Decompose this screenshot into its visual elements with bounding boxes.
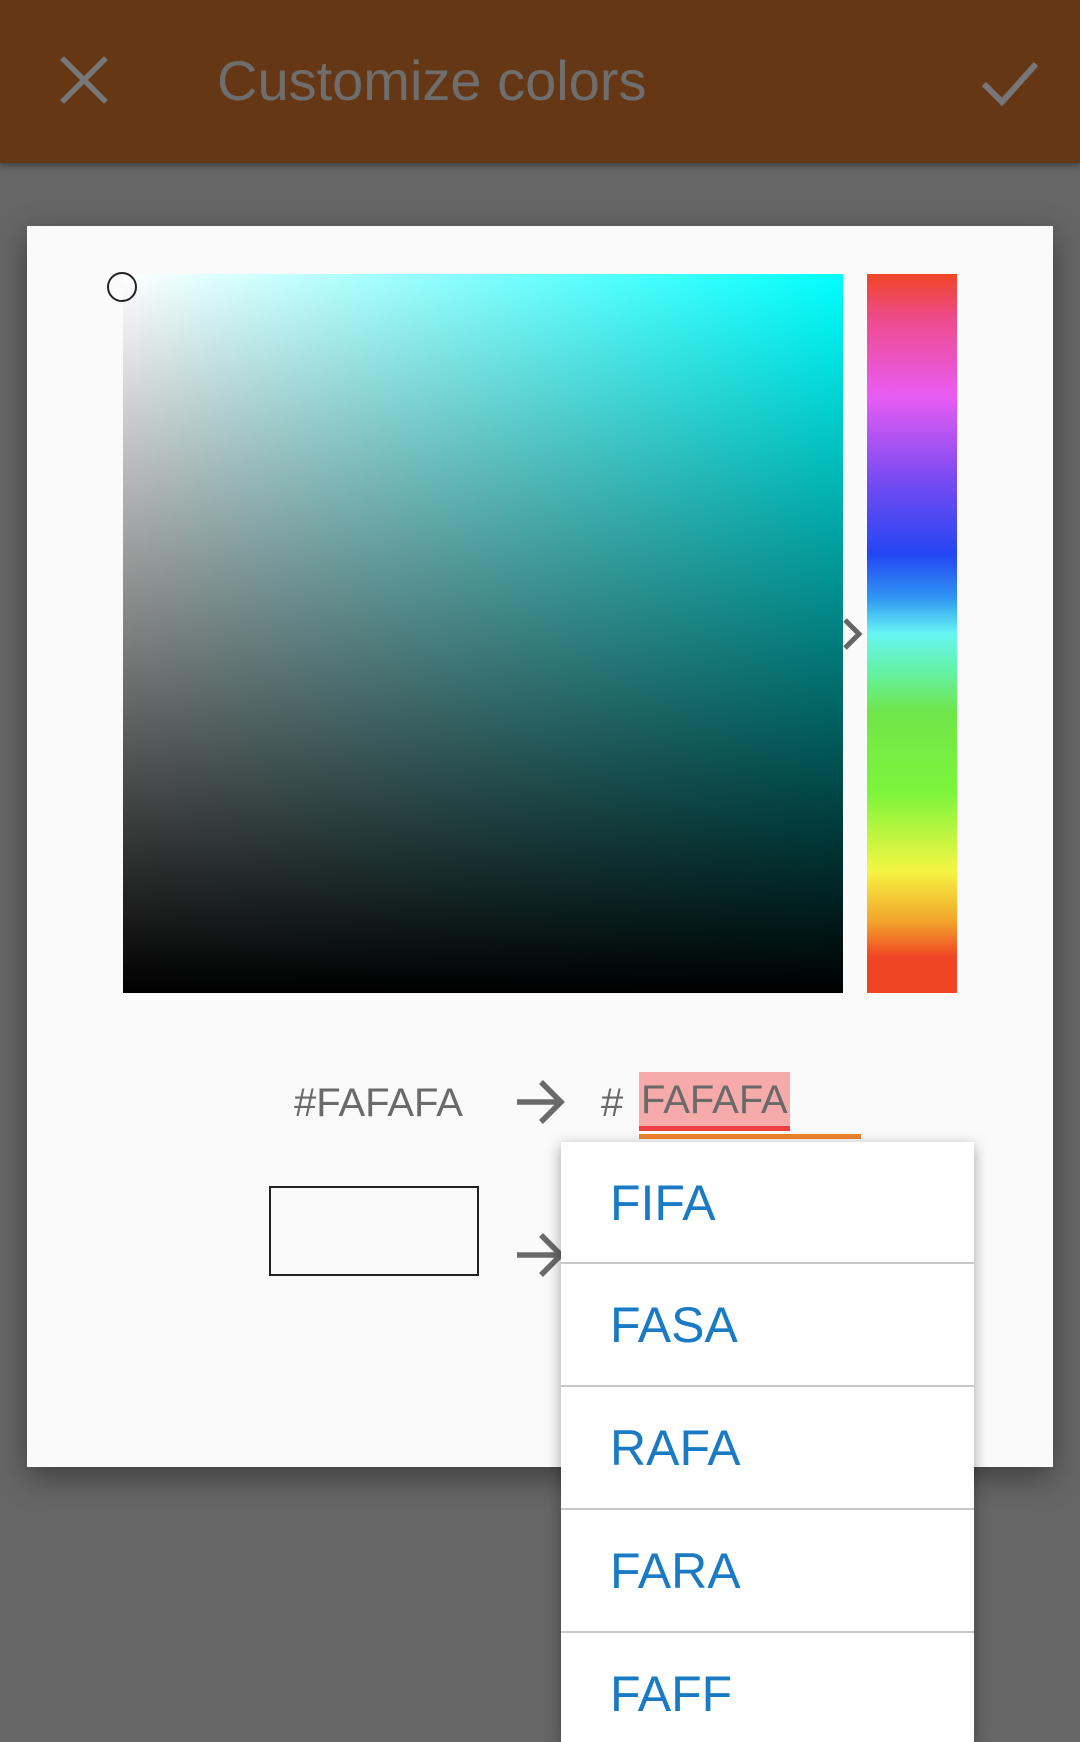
close-icon[interactable] — [58, 54, 110, 106]
saturation-value-area[interactable] — [123, 274, 843, 993]
app-bar: Customize colors — [0, 0, 1080, 163]
check-icon[interactable] — [978, 50, 1042, 114]
hex-prefix: # — [601, 1081, 624, 1125]
hue-slider[interactable] — [867, 274, 957, 993]
old-color-swatch — [269, 1186, 479, 1276]
hex-input[interactable]: FAFAFA — [639, 1072, 790, 1131]
old-color-hex: #FAFAFA — [294, 1081, 463, 1125]
suggestion-item[interactable]: FAFF — [561, 1633, 974, 1742]
page-title: Customize colors — [217, 49, 647, 112]
suggestion-item[interactable]: RAFA — [561, 1387, 974, 1510]
saturation-value-cursor[interactable] — [107, 272, 137, 302]
suggestion-item[interactable]: FARA — [561, 1510, 974, 1633]
hex-input-underline — [639, 1134, 861, 1139]
suggestion-item[interactable]: FASA — [561, 1264, 974, 1387]
suggestion-item[interactable]: FIFA — [561, 1142, 974, 1264]
hue-pointer-icon[interactable] — [839, 616, 867, 652]
arrow-right-icon — [517, 1080, 565, 1124]
spelling-suggestions-popup: FIFA FASA RAFA FARA FAFF — [561, 1142, 974, 1742]
